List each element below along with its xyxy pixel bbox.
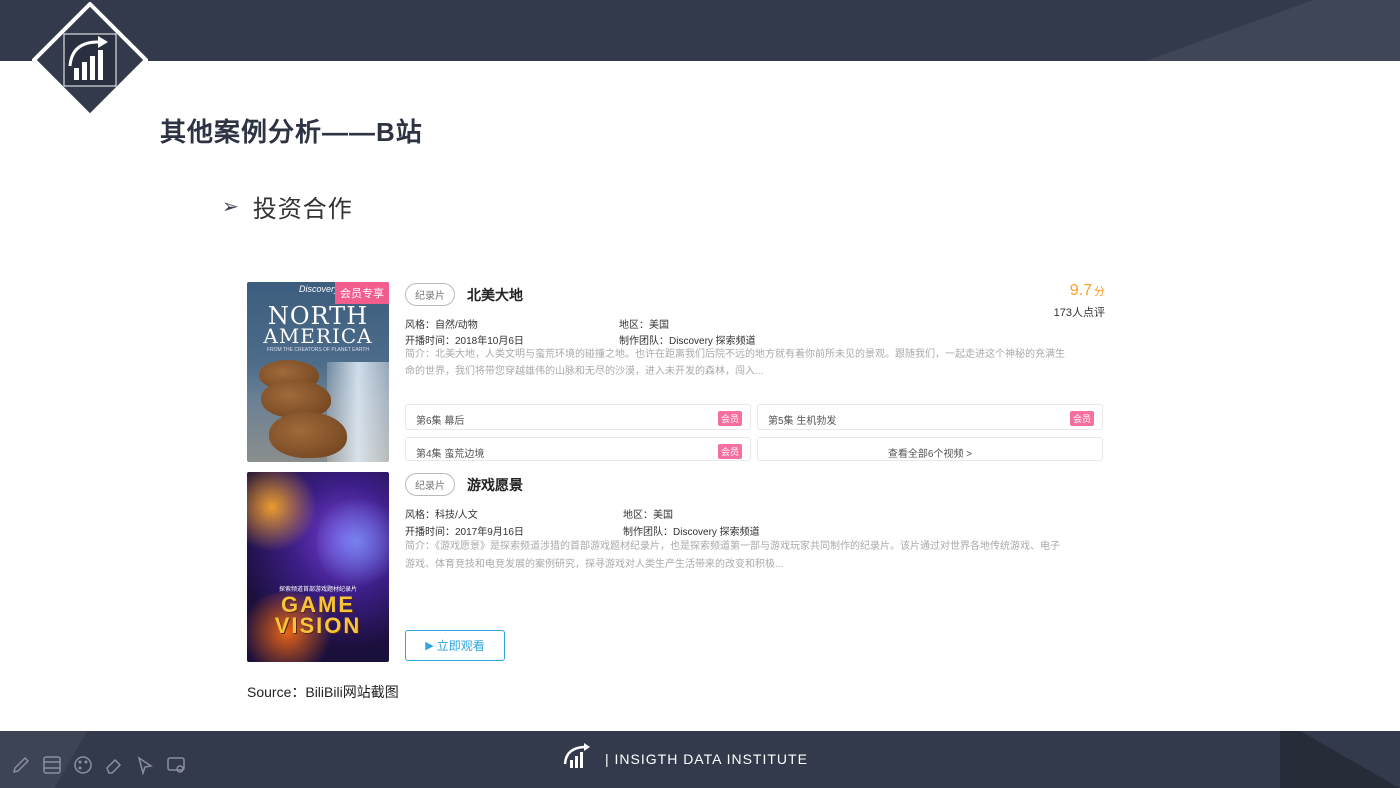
watch-now-button[interactable]: ▶ 立即观看 xyxy=(405,630,505,661)
score-unit: 分 xyxy=(1094,286,1105,298)
play-icon: ▶ xyxy=(425,640,434,652)
documentary-card-game-vision: 探索频道首部游戏题材纪录片 GAME VISION 纪录片 游戏愿景 风格：科技… xyxy=(247,472,1117,662)
screen-icon[interactable] xyxy=(165,754,187,776)
episode-item[interactable]: 第6集 幕后 会员 xyxy=(405,404,751,430)
score-value: 9.7 xyxy=(1069,282,1092,299)
episode-label: 第5集 生机勃发 xyxy=(768,416,837,427)
pen-icon[interactable] xyxy=(10,754,32,776)
arrow-bullet-icon: ➢ xyxy=(222,196,239,218)
eraser-icon[interactable] xyxy=(103,754,125,776)
show-title[interactable]: 游戏愿景 xyxy=(467,475,523,495)
genre-field: 风格：自然/动物 xyxy=(405,320,478,331)
header-accent xyxy=(1140,0,1400,61)
vip-badge: 会员 xyxy=(717,411,742,426)
type-tag[interactable]: 纪录片 xyxy=(405,283,455,306)
air-date-field: 开播时间：2018年10月6日 xyxy=(405,336,524,347)
air-date-field: 开播时间：2017年9月16日 xyxy=(405,527,524,538)
poster-title-line2: VISION xyxy=(274,613,362,638)
documentary-card-north-america: Discovery 会员专享 NORTH AMERICA FROM THE CR… xyxy=(247,282,1117,462)
production-team-field: 制作团队：Discovery 探索频道 xyxy=(623,527,760,538)
bear-graphic xyxy=(269,412,347,458)
footer-logo-icon xyxy=(563,743,590,768)
type-tag[interactable]: 纪录片 xyxy=(405,473,455,496)
top-header-bar xyxy=(0,0,1400,61)
source-caption: Source：BiliBili网站截图 xyxy=(247,684,399,700)
palette-icon[interactable] xyxy=(72,754,94,776)
slides-icon[interactable] xyxy=(41,754,63,776)
footer-accent-right xyxy=(1280,731,1400,788)
view-all-episodes-button[interactable]: 查看全部6个视频 > xyxy=(757,437,1103,461)
episode-label: 第6集 幕后 xyxy=(416,416,465,427)
poster-north-america[interactable]: Discovery 会员专享 NORTH AMERICA FROM THE CR… xyxy=(247,282,389,462)
episode-label: 第4集 蛮荒边境 xyxy=(416,449,485,460)
watch-now-label: 立即观看 xyxy=(436,639,485,653)
pointer-icon[interactable] xyxy=(134,754,156,776)
bullet-item: ➢ 投资合作 xyxy=(222,189,353,224)
episode-item[interactable]: 第5集 生机勃发 会员 xyxy=(757,404,1103,430)
score-block: 9.7 分 173人点评 xyxy=(1054,282,1105,320)
vip-badge: 会员 xyxy=(1069,411,1094,426)
description-line2: 游戏、体育竞技和电竞发展的案例研究，探寻游戏对人类生产生活带来的改变和积极... xyxy=(405,559,784,570)
description-line2: 命的世界，我们将带您穿越雄伟的山脉和无尽的沙漠，进入未开发的森林，闯入... xyxy=(405,366,764,377)
rating-count: 173人点评 xyxy=(1053,307,1105,319)
genre-field: 风格：科技/人文 xyxy=(405,510,478,521)
poster-subtitle: FROM THE CREATORS OF PLANET EARTH xyxy=(266,347,370,353)
region-field: 地区：美国 xyxy=(623,510,673,521)
light-glow-graphic xyxy=(247,472,317,552)
robot-glow-graphic xyxy=(317,492,389,592)
slide-title: 其他案例分析——B站 xyxy=(160,117,423,147)
production-team-field: 制作团队：Discovery 探索频道 xyxy=(619,336,756,347)
poster-title-line2: AMERICA xyxy=(263,324,373,348)
region-field: 地区：美国 xyxy=(619,320,669,331)
poster-game-vision[interactable]: 探索频道首部游戏题材纪录片 GAME VISION xyxy=(247,472,389,662)
footer-brand-text: | INSIGTH DATA INSTITUTE xyxy=(605,751,808,767)
view-all-label: 查看全部6个视频 > xyxy=(887,449,973,460)
episode-item[interactable]: 第4集 蛮荒边境 会员 xyxy=(405,437,751,461)
vip-exclusive-tag: 会员专享 xyxy=(335,282,389,304)
discovery-logo: Discovery xyxy=(299,284,339,294)
description-line1: 简介：《游戏愿景》是探索频道涉猎的首部游戏题材纪录片，也是探索频道第一部与游戏玩… xyxy=(405,541,1060,552)
vip-badge: 会员 xyxy=(717,444,742,459)
bullet-label: 投资合作 xyxy=(252,196,353,223)
show-title[interactable]: 北美大地 xyxy=(467,285,523,305)
description-line1: 简介：北美大地，人类文明与蛮荒环境的碰撞之地。也许在距离我们后院不远的地方就有着… xyxy=(405,349,1065,360)
institute-logo xyxy=(32,2,148,118)
